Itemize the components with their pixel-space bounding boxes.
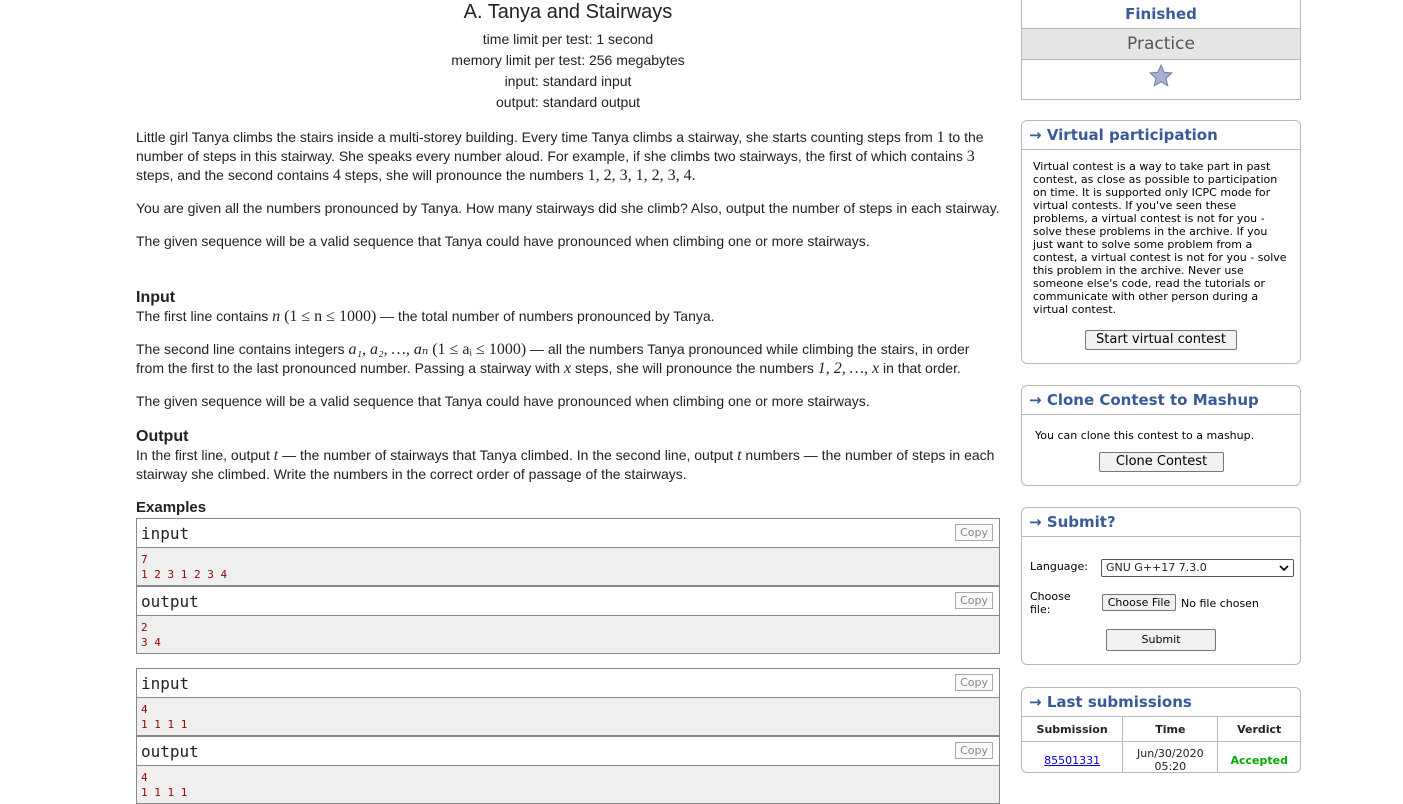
verdict-accepted: Accepted [1230,753,1288,767]
problem-title: A. Tanya and Stairways [463,1,673,23]
copy-button[interactable]: Copy [955,524,993,541]
arrow-right-icon: → [1029,513,1042,531]
memory-limit: memory limit per test: 256 megabytes [451,52,685,68]
input-label: input [141,524,190,543]
statement-paragraph-2: You are given all the numbers pronounced… [136,200,1000,216]
language-label: Language: [1030,560,1088,573]
language-select[interactable]: GNU G++17 7.3.0 [1101,559,1294,577]
start-virtual-contest-button[interactable]: Start virtual contest [1085,330,1237,350]
input-line-2: The second line contains integers a₁, a₂… [136,341,970,377]
example-1-output: 2 3 4 [136,616,1000,654]
input-spec: input: standard input [504,73,632,89]
arrow-right-icon: → [1029,391,1042,409]
input-line-3: The given sequence will be a valid seque… [136,393,870,409]
last-submissions-caption: → Last submissions [1022,688,1300,717]
clone-contest-button[interactable]: Clone Contest [1099,452,1224,472]
output-label: output [141,592,199,611]
problem-limits: time limit per test: 1 second memory lim… [136,29,1000,113]
status-practice: Practice [1022,29,1300,60]
example-2-output-header: output Copy [136,736,1000,766]
statement: Little girl Tanya climbs the stairs insi… [136,128,1000,251]
virtual-text: Virtual contest is a way to take part in… [1033,160,1287,316]
virtual-caption: → Virtual participation [1022,121,1300,150]
example-1-input-header: input Copy [136,518,1000,548]
output-title: Output [136,428,189,445]
copy-button[interactable]: Copy [955,592,993,609]
output-label: output [141,742,199,761]
column-header: Verdict [1217,717,1300,742]
column-header: Submission [1022,717,1124,742]
arrow-right-icon: → [1029,693,1042,711]
choose-file-button[interactable]: Choose File [1102,594,1176,611]
example-1-input: 7 1 2 3 1 2 3 4 [136,548,1000,586]
submissions-table: Submission Time Verdict 85501331 Jun/30/… [1022,717,1300,772]
output-spec: output: standard output [496,94,640,110]
example-2-input: 4 1 1 1 1 [136,698,1000,736]
table-row: 85501331 Jun/30/2020 05:20 Accepted [1022,741,1300,772]
input-line-1: The first line contains n (1 ≤ n ≤ 1000)… [136,308,715,325]
submission-link[interactable]: 85501331 [1044,754,1100,767]
input-title: Input [136,289,176,306]
column-header: Time [1122,717,1219,742]
status-finished: Finished [1022,0,1300,29]
submission-time: Jun/30/2020 05:20 [1122,741,1219,772]
statement-paragraph-1: Little girl Tanya climbs the stairs insi… [136,129,984,184]
output-section: Output In the first line, output t — the… [136,427,1000,484]
last-submissions-box: → Last submissions Submission Time Verdi… [1021,687,1301,773]
statement-paragraph-3: The given sequence will be a valid seque… [136,233,870,249]
example-2-input-header: input Copy [136,668,1000,698]
copy-button[interactable]: Copy [955,674,993,691]
example-2-output: 4 1 1 1 1 [136,766,1000,804]
problem-main: A. Tanya and Stairways time limit per te… [136,0,1000,804]
input-label: input [141,674,190,693]
input-section: Input The first line contains n (1 ≤ n ≤… [136,288,1000,411]
file-status: No file chosen [1181,597,1259,610]
arrow-right-icon: → [1029,126,1042,144]
clone-contest-box: → Clone Contest to Mashup You can clone … [1021,385,1301,486]
time-limit: time limit per test: 1 second [482,31,654,47]
file-label: Choose file: [1030,590,1071,616]
star-icon[interactable] [1148,63,1174,89]
clone-text: You can clone this contest to a mashup. [1035,429,1255,442]
output-text: In the first line, output t — the number… [136,447,995,482]
submit-box: → Submit? Language: GNU G++17 7.3.0 Choo… [1021,507,1301,665]
example-2: input Copy 4 1 1 1 1 output Copy 4 1 1 1… [136,668,1000,804]
example-1: input Copy 7 1 2 3 1 2 3 4 output Copy 2… [136,518,1000,654]
example-1-output-header: output Copy [136,586,1000,616]
submit-caption: → Submit? [1022,508,1300,537]
chevron-down-icon [1279,565,1289,572]
copy-button[interactable]: Copy [955,742,993,759]
contest-status-box: Finished Practice [1021,0,1301,100]
examples-title: Examples [136,499,207,516]
virtual-participation-box: → Virtual participation Virtual contest … [1021,120,1301,364]
submit-button[interactable]: Submit [1106,629,1216,651]
clone-caption: → Clone Contest to Mashup [1022,386,1300,415]
